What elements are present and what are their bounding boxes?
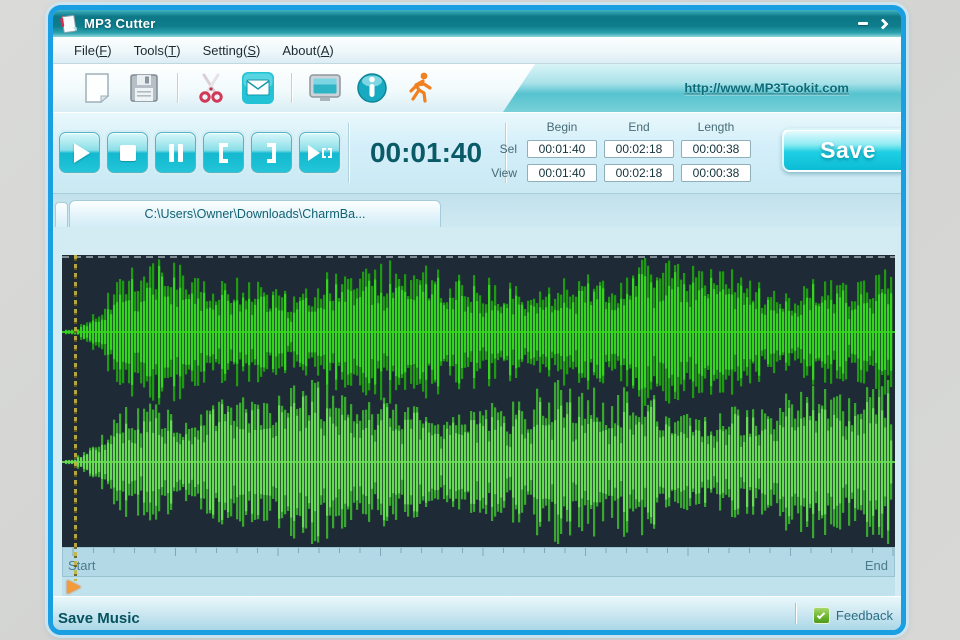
check-icon	[817, 610, 826, 619]
save-file-button[interactable]	[126, 69, 162, 107]
sel-end-field[interactable]	[604, 140, 674, 158]
menu-setting-label: Setting(	[202, 42, 248, 58]
editor-area: Start End	[53, 227, 901, 596]
status-text: Save Music	[58, 610, 140, 627]
status-separator	[795, 603, 796, 624]
pause-button[interactable]	[155, 132, 196, 173]
expand-button[interactable]	[873, 16, 893, 32]
scissors-icon	[199, 73, 223, 103]
panel-divider	[348, 123, 349, 183]
tab-stub	[55, 202, 68, 227]
info-icon	[357, 73, 387, 103]
feedback-label: Feedback	[835, 608, 893, 623]
exit-button[interactable]	[401, 69, 437, 107]
waveform[interactable]	[62, 255, 895, 547]
preview-button[interactable]	[307, 69, 343, 107]
timeline-start-label: Start	[68, 558, 96, 573]
menu-setting[interactable]: Setting(S)	[192, 40, 272, 61]
menu-setting-paren: )	[256, 42, 261, 58]
status-bar: Save Music Feedback	[53, 596, 901, 630]
mail-icon	[242, 72, 274, 104]
app-icon	[60, 14, 78, 33]
app-window: MP3 Cutter File(F) Tools(T) Setting(S) A…	[48, 5, 906, 635]
monitor-icon	[309, 74, 341, 101]
menu-file-paren: )	[107, 42, 112, 58]
minimize-button[interactable]	[853, 16, 873, 32]
selection-table: Begin End Length Sel View	[484, 120, 751, 182]
waveform-canvas	[62, 255, 895, 547]
tab-bar: C:\Users\Owner\Downloads\CharmBa...	[53, 194, 901, 227]
pause-icon	[168, 143, 183, 162]
cut-button[interactable]	[193, 69, 229, 107]
menu-file[interactable]: File(F)	[63, 40, 123, 61]
toolbar-buttons	[53, 64, 535, 112]
sel-begin-field[interactable]	[527, 140, 597, 158]
ruler-ticks	[72, 548, 894, 556]
header-length: Length	[697, 120, 735, 134]
start-marker-flag[interactable]	[67, 580, 81, 594]
save-button[interactable]: Save	[782, 128, 901, 172]
row-label-sel: Sel	[499, 142, 517, 156]
timeline-ruler[interactable]: Start End	[62, 547, 895, 577]
new-file-button[interactable]	[79, 69, 115, 107]
marker-strip[interactable]	[62, 577, 895, 596]
new-file-icon	[85, 73, 110, 103]
play-selection-button[interactable]	[299, 132, 340, 173]
view-end-field[interactable]	[604, 164, 674, 182]
transport-controls	[59, 132, 340, 173]
control-panel: 00:01:40 Begin End Length Sel View Save	[53, 112, 901, 194]
mark-end-button[interactable]	[251, 132, 292, 173]
feedback-button[interactable]: Feedback	[812, 607, 893, 624]
website-link[interactable]: http://www.MP3Tookit.com	[684, 81, 849, 96]
menu-about[interactable]: About(A)	[271, 40, 344, 61]
timeline-end-label: End	[864, 558, 888, 573]
menu-about-label: About(	[282, 42, 321, 58]
running-man-icon	[409, 72, 432, 103]
stop-icon	[119, 144, 136, 161]
toolbar-separator	[177, 73, 178, 103]
menu-tools-label: Tools(	[133, 42, 169, 58]
mark-begin-button[interactable]	[203, 132, 244, 173]
menu-file-label: File(	[74, 42, 100, 58]
header-begin: Begin	[546, 120, 578, 134]
info-button[interactable]	[354, 69, 390, 107]
feedback-shield-icon	[812, 607, 830, 624]
minimize-icon	[858, 22, 868, 25]
toolbar-separator	[291, 73, 292, 103]
menu-tools-paren: )	[176, 42, 181, 58]
menu-setting-mnemonic: S	[247, 42, 257, 58]
bracket-left-icon	[219, 142, 228, 163]
bracket-right-icon	[267, 142, 276, 163]
view-begin-field[interactable]	[527, 164, 597, 182]
title-bar[interactable]: MP3 Cutter	[53, 10, 901, 37]
menu-bar: File(F) Tools(T) Setting(S) About(A)	[53, 37, 901, 64]
menu-about-paren: )	[329, 42, 334, 58]
desktop-background: MP3 Cutter File(F) Tools(T) Setting(S) A…	[0, 0, 960, 640]
file-tab[interactable]: C:\Users\Owner\Downloads\CharmBa...	[69, 200, 441, 227]
window-title: MP3 Cutter	[84, 16, 156, 31]
play-icon	[73, 142, 90, 163]
save-icon	[130, 74, 158, 102]
play-selection-icon	[307, 144, 332, 161]
chevron-right-icon	[877, 17, 889, 30]
sel-length-field[interactable]	[681, 140, 751, 158]
view-length-field[interactable]	[681, 164, 751, 182]
toolbar: http://www.MP3Tookit.com	[53, 64, 901, 112]
stop-button[interactable]	[107, 132, 148, 173]
header-end: End	[628, 120, 650, 134]
mail-button[interactable]	[240, 69, 276, 107]
play-button[interactable]	[59, 132, 100, 173]
current-time-display: 00:01:40	[369, 137, 483, 168]
row-label-view: View	[491, 166, 517, 180]
menu-tools[interactable]: Tools(T)	[123, 40, 192, 61]
